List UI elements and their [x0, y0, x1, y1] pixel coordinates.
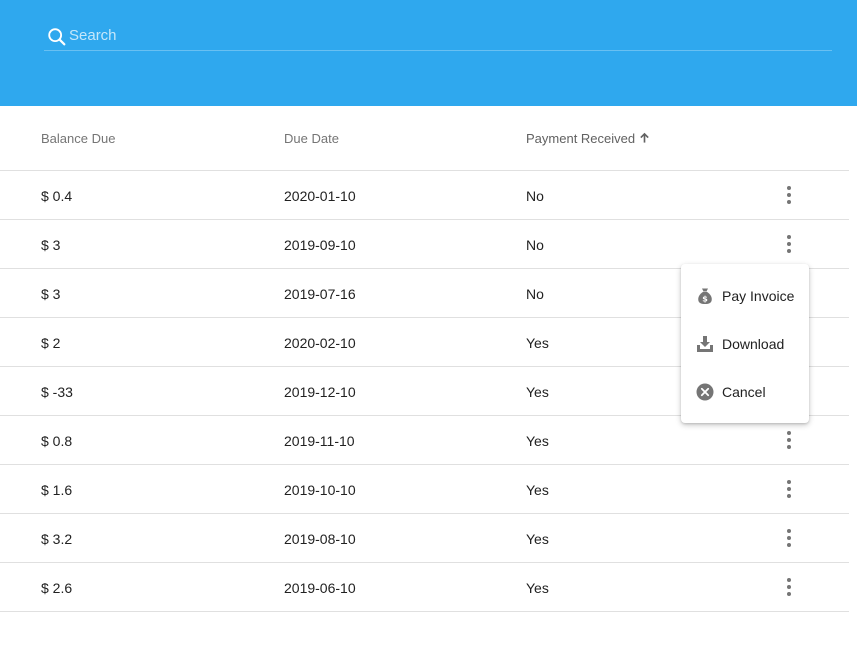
search-icon — [48, 28, 66, 46]
table-row: $ 0.8 2019-11-10 Yes — [0, 416, 849, 465]
svg-text:$: $ — [702, 295, 708, 304]
table-row: $ 3 2019-09-10 No — [0, 220, 849, 269]
balance-cell: $ 3.2 — [41, 531, 73, 547]
search-bar — [44, 22, 832, 51]
table-row: $ 2.6 2019-06-10 Yes — [0, 563, 849, 612]
table-row: $ 3.2 2019-08-10 Yes — [0, 514, 849, 563]
due-date-cell: 2020-02-10 — [284, 335, 356, 351]
due-date-cell: 2019-06-10 — [284, 580, 356, 596]
balance-cell: $ 2.6 — [41, 580, 73, 596]
menu-item-label: Download — [722, 336, 785, 352]
column-header-payment-received[interactable]: Payment Received — [526, 131, 650, 146]
cancel-circle-icon — [696, 383, 714, 401]
search-input[interactable] — [69, 22, 809, 48]
column-header-due-date[interactable]: Due Date — [284, 131, 339, 146]
balance-cell: $ -33 — [41, 384, 73, 400]
table-row: $ 1.6 2019-10-10 Yes — [0, 465, 849, 514]
due-date-cell: 2019-07-16 — [284, 286, 356, 302]
more-vertical-icon — [787, 431, 791, 449]
row-actions-button[interactable] — [775, 524, 803, 552]
balance-cell: $ 3 — [41, 286, 61, 302]
payment-received-cell: Yes — [526, 433, 549, 449]
row-actions-button[interactable] — [775, 230, 803, 258]
due-date-cell: 2020-01-10 — [284, 188, 356, 204]
sort-ascending-icon — [640, 132, 649, 143]
balance-cell: $ 2 — [41, 335, 61, 351]
row-actions-menu: $ Pay Invoice Download Cancel — [681, 264, 809, 423]
more-vertical-icon — [787, 578, 791, 596]
payment-received-cell: Yes — [526, 482, 549, 498]
table-header: Balance Due Due Date Payment Received — [0, 106, 849, 171]
row-actions-button[interactable] — [775, 475, 803, 503]
row-actions-button[interactable] — [775, 426, 803, 454]
menu-item-label: Cancel — [722, 384, 766, 400]
menu-item-download[interactable]: Download — [681, 320, 809, 368]
payment-received-cell: No — [526, 188, 544, 204]
menu-item-label: Pay Invoice — [722, 288, 795, 304]
payment-received-cell: No — [526, 237, 544, 253]
column-header-label: Payment Received — [526, 131, 636, 146]
due-date-cell: 2019-11-10 — [284, 433, 355, 449]
money-bag-icon: $ — [698, 288, 712, 304]
row-actions-button[interactable] — [775, 573, 803, 601]
payment-received-cell: Yes — [526, 580, 549, 596]
column-header-balance-due[interactable]: Balance Due — [41, 131, 115, 146]
table-row: $ 0.4 2020-01-10 No — [0, 171, 849, 220]
menu-item-cancel[interactable]: Cancel — [681, 368, 809, 416]
balance-cell: $ 1.6 — [41, 482, 73, 498]
menu-item-pay-invoice[interactable]: $ Pay Invoice — [681, 272, 809, 320]
due-date-cell: 2019-10-10 — [284, 482, 356, 498]
due-date-cell: 2019-08-10 — [284, 531, 356, 547]
download-icon — [697, 336, 713, 352]
more-vertical-icon — [787, 480, 791, 498]
payment-received-cell: Yes — [526, 335, 549, 351]
payment-received-cell: Yes — [526, 384, 549, 400]
row-actions-button[interactable] — [775, 181, 803, 209]
more-vertical-icon — [787, 529, 791, 547]
payment-received-cell: No — [526, 286, 544, 302]
balance-cell: $ 0.4 — [41, 188, 73, 204]
balance-cell: $ 0.8 — [41, 433, 73, 449]
payment-received-cell: Yes — [526, 531, 549, 547]
more-vertical-icon — [787, 186, 791, 204]
due-date-cell: 2019-09-10 — [284, 237, 356, 253]
more-vertical-icon — [787, 235, 791, 253]
balance-cell: $ 3 — [41, 237, 61, 253]
app-bar — [0, 0, 857, 106]
due-date-cell: 2019-12-10 — [284, 384, 356, 400]
